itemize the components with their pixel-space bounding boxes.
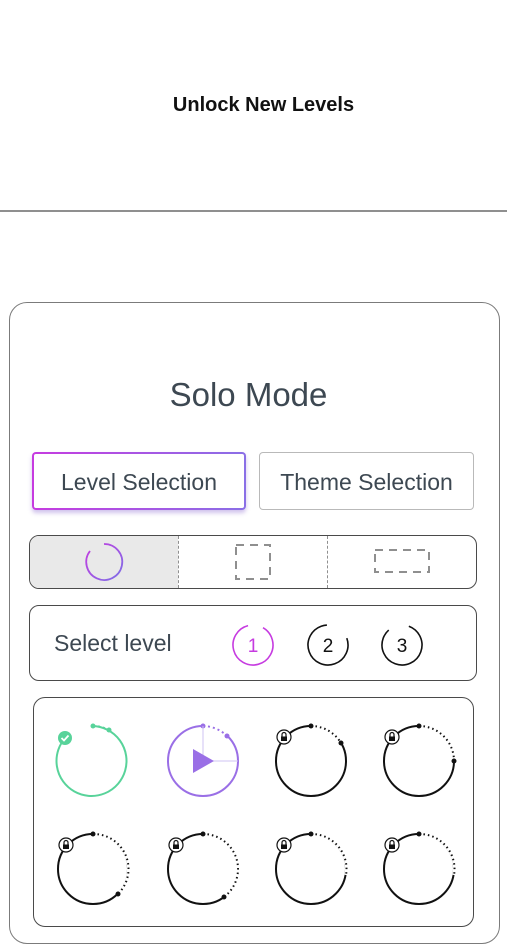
lock-icon [58,837,74,853]
header-divider [0,210,507,212]
page-title: Unlock New Levels [172,94,355,116]
level-tile-locked[interactable] [54,830,132,908]
lock-icon [168,837,184,853]
check-icon [58,731,72,745]
shape-option-square[interactable] [178,536,327,588]
level-tile-locked[interactable] [272,722,350,800]
lock-icon [276,837,292,853]
level-tile-locked[interactable] [272,830,350,908]
tab-level-selection[interactable]: Level Selection [32,452,246,510]
rectangle-shape-icon [374,549,430,573]
lock-icon [384,837,400,853]
level-tile-locked[interactable] [380,830,458,908]
level-option-1[interactable]: 1 [230,622,276,668]
level-option-2[interactable]: 2 [305,622,351,668]
shape-selector [29,535,477,589]
level-tile-locked[interactable] [164,830,242,908]
mode-title: Solo Mode [169,376,328,413]
level-option-1-label: 1 [248,636,259,657]
level-grid [33,697,474,927]
level-tile-completed[interactable] [54,722,132,800]
tab-theme-selection[interactable]: Theme Selection [259,452,474,510]
circle-shape-icon [85,543,124,581]
shape-option-rectangle[interactable] [327,536,476,588]
level-tile-current[interactable] [164,722,242,800]
level-option-3[interactable]: 3 [379,622,425,668]
shape-option-circle[interactable] [30,536,178,588]
select-level-label: Select level [54,630,172,656]
lock-icon [276,729,292,745]
level-option-2-label: 2 [323,636,334,657]
level-selector: Select level 1 2 3 [29,605,477,681]
lock-icon [384,729,400,745]
square-shape-icon [235,544,271,580]
level-option-3-label: 3 [397,636,408,657]
level-tile-locked[interactable] [380,722,458,800]
